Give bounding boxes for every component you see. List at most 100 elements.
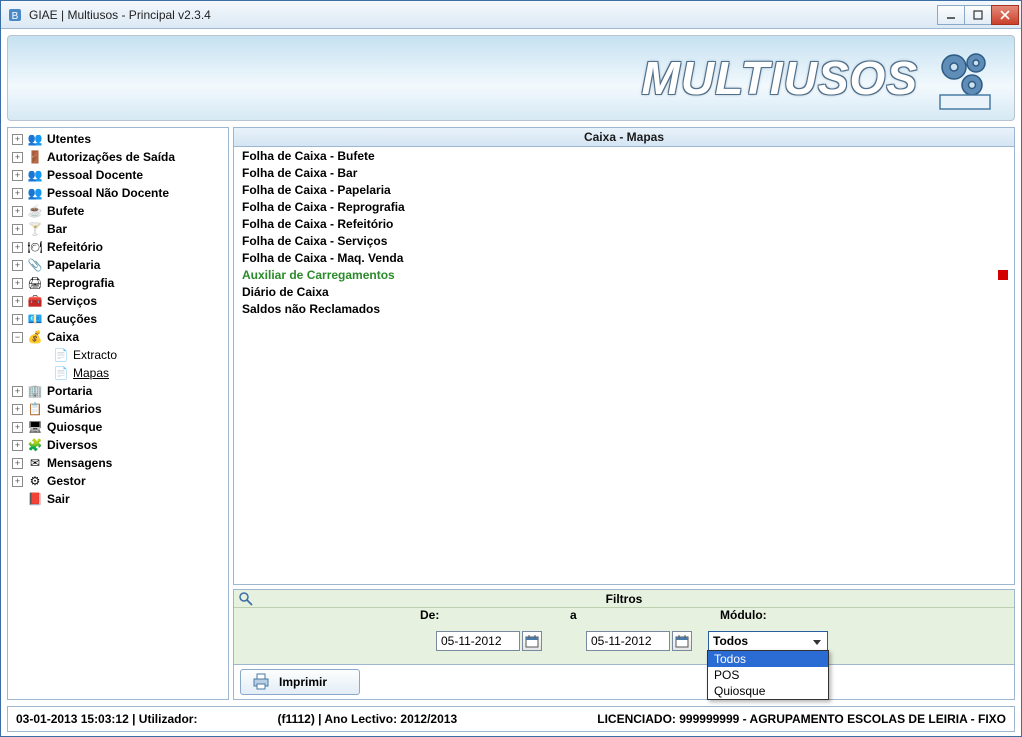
- tree-subitem[interactable]: 📄Mapas: [10, 364, 226, 382]
- tree-item[interactable]: 📎Papelaria: [10, 256, 226, 274]
- tree-item-icon: 🚪: [27, 149, 43, 165]
- tree-item[interactable]: 🏢Portaria: [10, 382, 226, 400]
- status-license: LICENCIADO: 999999999 - AGRUPAMENTO ESCO…: [597, 712, 1006, 726]
- tree-item[interactable]: 👥Pessoal Docente: [10, 166, 226, 184]
- module-combobox-option[interactable]: Todos: [708, 651, 828, 667]
- tree-item[interactable]: 👥Utentes: [10, 130, 226, 148]
- tree-item-icon: 👥: [27, 131, 43, 147]
- tree-item-label: Autorizações de Saída: [47, 150, 175, 164]
- tree-item-label: Caixa: [47, 330, 79, 344]
- expand-icon[interactable]: [12, 476, 23, 487]
- tree-item[interactable]: ⚙Gestor: [10, 472, 226, 490]
- report-list-item[interactable]: Folha de Caixa - Maq. Venda: [234, 249, 1014, 266]
- date-to-input[interactable]: [586, 631, 670, 651]
- expand-icon[interactable]: [12, 224, 23, 235]
- module-combobox[interactable]: Todos: [708, 631, 828, 651]
- tree-item[interactable]: 🍽Refeitório: [10, 238, 226, 256]
- tree-item-label: Bufete: [47, 204, 84, 218]
- tree-item[interactable]: 🖥Quiosque: [10, 418, 226, 436]
- report-list-item[interactable]: Diário de Caixa: [234, 283, 1014, 300]
- report-list-item-label: Saldos não Reclamados: [242, 302, 380, 316]
- expand-icon[interactable]: [12, 458, 23, 469]
- tree-item[interactable]: ✉Mensagens: [10, 454, 226, 472]
- date-from-input[interactable]: [436, 631, 520, 651]
- tree-item[interactable]: 🧩Diversos: [10, 436, 226, 454]
- tree-item-icon: 🧰: [27, 293, 43, 309]
- tree-item[interactable]: 🖨 Reprografia: [10, 274, 226, 292]
- maximize-button[interactable]: [964, 5, 992, 25]
- navigation-tree[interactable]: 👥Utentes🚪 Autorizações de Saída 👥Pessoal D…: [7, 127, 229, 700]
- report-list-item[interactable]: Saldos não Reclamados: [234, 300, 1014, 317]
- tree-item[interactable]: 📋Sumários: [10, 400, 226, 418]
- tree-subitem[interactable]: 📄Extracto: [10, 346, 226, 364]
- date-from-picker-button[interactable]: [522, 631, 542, 651]
- expand-icon[interactable]: [12, 152, 23, 163]
- statusbar: 03-01-2013 15:03:12 | Utilizador: (f1112…: [7, 706, 1015, 732]
- close-button[interactable]: [991, 5, 1019, 25]
- expand-icon[interactable]: [12, 134, 23, 145]
- report-list-item[interactable]: Folha de Caixa - Bar: [234, 164, 1014, 181]
- tree-item-label: Diversos: [47, 438, 98, 452]
- expand-icon[interactable]: [12, 314, 23, 325]
- report-list-item[interactable]: Folha de Caixa - Serviços: [234, 232, 1014, 249]
- tree-spacer: [12, 494, 23, 505]
- report-list: Folha de Caixa - BufeteFolha de Caixa - …: [233, 147, 1015, 585]
- tree-item-icon: 📎: [27, 257, 43, 273]
- expand-icon[interactable]: [12, 422, 23, 433]
- expand-icon[interactable]: [12, 404, 23, 415]
- tree-item[interactable]: ☕ Bufete: [10, 202, 226, 220]
- filters-header: Filtros: [234, 590, 1014, 608]
- tree-item[interactable]: 🍸Bar: [10, 220, 226, 238]
- module-combobox-option[interactable]: Quiosque: [708, 683, 828, 699]
- expand-icon[interactable]: [12, 242, 23, 253]
- status-datetime-user: 03-01-2013 15:03:12 | Utilizador:: [16, 712, 197, 726]
- report-list-item[interactable]: Folha de Caixa - Reprografia: [234, 198, 1014, 215]
- date-to-picker-button[interactable]: [672, 631, 692, 651]
- expand-icon[interactable]: [12, 386, 23, 397]
- calendar-icon: [525, 634, 539, 648]
- collapse-icon[interactable]: [12, 332, 23, 343]
- tree-item[interactable]: 💶Cauções: [10, 310, 226, 328]
- tree-item-icon: 📕: [27, 491, 43, 507]
- expand-icon[interactable]: [12, 188, 23, 199]
- report-list-item[interactable]: Folha de Caixa - Bufete: [234, 147, 1014, 164]
- tree-item[interactable]: 💰Caixa: [10, 328, 226, 346]
- print-button[interactable]: Imprimir: [240, 669, 360, 695]
- main-area: 👥Utentes🚪 Autorizações de Saída 👥Pessoal D…: [7, 127, 1015, 700]
- module-combobox-option[interactable]: POS: [708, 667, 828, 683]
- expand-icon[interactable]: [12, 296, 23, 307]
- expand-icon[interactable]: [12, 206, 23, 217]
- window-buttons: [938, 5, 1019, 25]
- report-list-item[interactable]: Folha de Caixa - Refeitório: [234, 215, 1014, 232]
- tree-item-icon: ☕: [27, 203, 43, 219]
- expand-icon[interactable]: [12, 440, 23, 451]
- tree-item[interactable]: 🚪 Autorizações de Saída: [10, 148, 226, 166]
- print-button-label: Imprimir: [279, 675, 327, 689]
- report-list-item[interactable]: Auxiliar de Carregamentos: [234, 266, 1014, 283]
- gears-icon: [926, 43, 1004, 113]
- minimize-button[interactable]: [937, 5, 965, 25]
- tree-item[interactable]: 📕Sair: [10, 490, 226, 508]
- tree-item[interactable]: 👥Pessoal Não Docente: [10, 184, 226, 202]
- report-list-item-label: Folha de Caixa - Bufete: [242, 149, 375, 163]
- tree-item[interactable]: 🧰 Serviços: [10, 292, 226, 310]
- tree-item-label: Refeitório: [47, 240, 103, 254]
- expand-icon[interactable]: [12, 278, 23, 289]
- window-title: GIAE | Multiusos - Principal v2.3.4: [29, 8, 938, 22]
- tree-item-icon: 🖨: [27, 275, 43, 291]
- expand-icon[interactable]: [12, 260, 23, 271]
- tree-item-icon: 👥: [27, 185, 43, 201]
- tree-item-icon: ⚙: [27, 473, 43, 489]
- status-school-year: (f1112) | Ano Lectivo: 2012/2013: [277, 712, 457, 726]
- module-combobox-dropdown: TodosPOSQuiosque: [707, 650, 829, 700]
- expand-icon[interactable]: [12, 170, 23, 181]
- filters-panel: Filtros De:: [233, 589, 1015, 665]
- titlebar: B GIAE | Multiusos - Principal v2.3.4: [1, 1, 1021, 29]
- report-list-item-label: Folha de Caixa - Refeitório: [242, 217, 393, 231]
- tree-item-icon: ✉: [27, 455, 43, 471]
- tree-item-label: Reprografia: [47, 276, 114, 290]
- report-list-item[interactable]: Folha de Caixa - Papelaria: [234, 181, 1014, 198]
- tree-item-label: Serviços: [47, 294, 97, 308]
- content-area: Caixa - Mapas Folha de Caixa - BufeteFol…: [233, 127, 1015, 700]
- tree-item-label: Bar: [47, 222, 67, 236]
